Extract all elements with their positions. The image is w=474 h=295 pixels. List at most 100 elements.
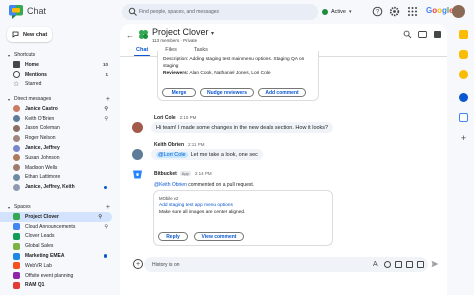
- dm-keith-o-brien[interactable]: Keith O'Brien ⚲: [0, 114, 118, 124]
- message-input[interactable]: History is on: [152, 262, 180, 268]
- contacts-icon[interactable]: [459, 93, 468, 102]
- star-icon: ☆: [13, 80, 20, 88]
- space-subtitle: 113 members · Private: [152, 38, 198, 43]
- active-status-dot: [322, 9, 328, 15]
- dm-janice-jeffrey-keith[interactable]: Janice, Jeffrey, Keith: [0, 182, 118, 192]
- sidebar-item-label: Susan Johnson: [25, 154, 60, 161]
- back-arrow-icon[interactable]: ←: [126, 31, 134, 40]
- sidebar-item-label: Starred: [25, 81, 42, 88]
- space-marketing-emea[interactable]: Marketing EMEA: [0, 251, 118, 261]
- sidebar-item-label: Madison Wells: [25, 164, 58, 171]
- search-bar[interactable]: Find people, spaces, and messages: [122, 4, 318, 20]
- at-icon: [13, 71, 20, 79]
- shortcuts-header[interactable]: ▾ Shortcuts: [0, 50, 118, 60]
- search-input[interactable]: Find people, spaces, and messages: [139, 9, 219, 15]
- tasks-icon[interactable]: [459, 70, 468, 79]
- sidebar-item-label: Ethan Lattimore: [25, 174, 61, 181]
- meet-icon[interactable]: [459, 113, 468, 122]
- threads-icon[interactable]: [433, 30, 442, 39]
- dm-roger-nelson[interactable]: Roger Nelson: [0, 133, 118, 143]
- apps-grid-icon[interactable]: [407, 6, 418, 17]
- home-icon: [13, 61, 20, 69]
- dm-ethan-lattimore[interactable]: Ethan Lattimore: [0, 173, 118, 183]
- status-selector[interactable]: Active ▾: [322, 5, 352, 19]
- avatar: [13, 115, 20, 123]
- dm-madison-wells[interactable]: Madison Wells: [0, 163, 118, 173]
- add-comment-button[interactable]: Add comment: [258, 88, 306, 97]
- dm-header[interactable]: ▾ Direct messages +: [0, 94, 118, 104]
- sidebar-item-home[interactable]: Home 10: [0, 60, 118, 70]
- chat-logo-icon[interactable]: [9, 5, 23, 19]
- keep-icon[interactable]: [459, 50, 468, 59]
- conversation-panel: ← Project Clover ▾ 113 members · Private…: [120, 24, 447, 295]
- space-ram-q1[interactable]: RAM Q1: [0, 281, 118, 291]
- avatar[interactable]: [132, 122, 143, 133]
- dm-susan-johnson[interactable]: Susan Johnson: [0, 153, 118, 163]
- sidebar-item-mentions[interactable]: Mentions 1: [0, 70, 118, 80]
- mention-chip[interactable]: @Lori Cole: [156, 151, 188, 158]
- status-label: Active: [331, 9, 346, 15]
- space-clover-leads[interactable]: Clover Leads: [0, 232, 118, 242]
- add-space-icon[interactable]: +: [106, 204, 110, 211]
- upload-file-icon[interactable]: [406, 261, 413, 268]
- merge-button[interactable]: Merge: [162, 88, 196, 97]
- account-avatar[interactable]: [452, 5, 465, 18]
- sidebar-item-label: Home: [25, 61, 39, 68]
- tab-chat[interactable]: Chat: [133, 47, 151, 56]
- dm-jason-coleman[interactable]: Jason Coleman: [0, 124, 118, 134]
- card-body: Make sure all images are center aligned.: [159, 210, 246, 215]
- gif-icon[interactable]: [395, 261, 402, 268]
- pin-icon: ⚲: [104, 115, 108, 122]
- search-icon[interactable]: [403, 30, 412, 39]
- space-title[interactable]: Project Clover ▾: [152, 27, 214, 37]
- emoji-icon[interactable]: [384, 261, 391, 268]
- space-icon: [13, 262, 20, 270]
- shortcuts-header-label: Shortcuts: [14, 52, 36, 58]
- sidebar-item-label: WebVR Lab: [25, 262, 52, 269]
- bot-message-text: @Keith Obrien commented on a pull reques…: [154, 182, 255, 188]
- space-icon: [13, 252, 20, 260]
- send-icon[interactable]: [431, 260, 439, 268]
- space-icon: [13, 223, 20, 231]
- message-author: Bitbucket App 2:14 PM: [154, 171, 212, 177]
- nudge-reviewers-button[interactable]: Nudge reviewers: [200, 88, 254, 97]
- sidebar-item-label: Roger Nelson: [25, 135, 56, 142]
- add-attachment-button[interactable]: +: [133, 259, 143, 269]
- card-title-link[interactable]: Add staging test app menu options: [159, 203, 233, 208]
- space-cloud-announcements[interactable]: Cloud Announcements ⚲: [0, 222, 118, 232]
- sidebar-item-label: Jason Coleman: [25, 125, 60, 132]
- mention-link[interactable]: @Keith Obrien: [154, 182, 187, 188]
- space-global-sales[interactable]: Global Sales: [0, 241, 118, 251]
- spaces-header-label: Spaces: [14, 204, 31, 210]
- space-icon: [13, 213, 20, 221]
- card-description: Description: Adding staging test mainmen…: [163, 57, 305, 62]
- app-title: Chat: [27, 6, 47, 16]
- calendar-icon[interactable]: [459, 30, 468, 39]
- space-project-clover[interactable]: Project Clover ⚲: [0, 212, 112, 222]
- add-addon-icon[interactable]: +: [459, 134, 468, 143]
- reply-button[interactable]: Reply: [158, 232, 188, 241]
- help-icon[interactable]: ?: [372, 6, 383, 17]
- view-comment-button[interactable]: View comment: [194, 232, 244, 241]
- avatar[interactable]: [132, 149, 143, 160]
- video-call-icon[interactable]: [418, 30, 427, 39]
- format-text-icon[interactable]: A: [373, 261, 380, 268]
- space-offsite-event-planning[interactable]: Offsite event planning: [0, 271, 118, 281]
- new-chat-button[interactable]: New chat: [7, 27, 52, 42]
- sidebar-item-label: Mentions: [25, 71, 47, 78]
- sidebar-item-starred[interactable]: ☆ Starred: [0, 80, 118, 90]
- message-bubble: Hi team! I made some changes in the new …: [151, 122, 334, 133]
- sidebar-item-label: Marketing EMEA: [25, 253, 65, 260]
- sidebar-item-label: Janice, Jeffrey: [25, 145, 60, 152]
- gear-icon[interactable]: [389, 6, 400, 17]
- dm-janice-jeffrey[interactable]: Janice, Jeffrey: [0, 143, 118, 153]
- bitbucket-card: MObile v2 Add staging test app menu opti…: [153, 190, 333, 246]
- space-webvr-lab[interactable]: WebVR Lab: [0, 261, 118, 271]
- video-meeting-icon[interactable]: [417, 261, 424, 268]
- search-icon: [128, 7, 137, 16]
- new-chat-icon: [12, 31, 19, 38]
- add-dm-icon[interactable]: +: [106, 96, 110, 103]
- avatar: [13, 164, 20, 172]
- spaces-header[interactable]: ▾ Spaces +: [0, 202, 118, 212]
- dm-janice-castro[interactable]: Janice Castro ⚲: [0, 104, 118, 114]
